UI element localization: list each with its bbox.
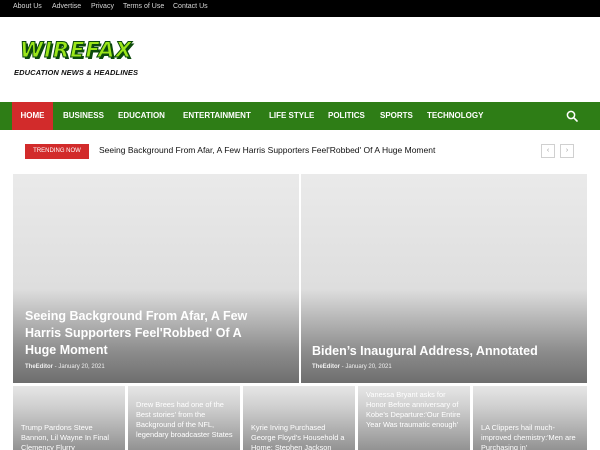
site-logo[interactable]: WIREFAX EDUCATION NEWS & HEADLINES: [14, 36, 144, 80]
article-card-title[interactable]: LA Clippers hail much-improved chemistry…: [481, 423, 581, 450]
nav-item-business[interactable]: BUSINESS: [63, 102, 104, 130]
topbar-link-contact[interactable]: Contact Us: [173, 3, 208, 10]
topbar-link-terms[interactable]: Terms of Use: [123, 3, 164, 10]
article-author[interactable]: TheEditor: [312, 364, 340, 370]
article-author[interactable]: TheEditor: [25, 364, 53, 370]
trending-badge: TRENDING NOW: [25, 144, 89, 159]
nav-item-sports[interactable]: SPORTS: [380, 102, 413, 130]
search-icon[interactable]: [566, 110, 578, 122]
meta-separator: -: [54, 364, 57, 370]
featured-article[interactable]: Seeing Background From Afar, A Few Harri…: [13, 174, 299, 383]
trending-headline[interactable]: Seeing Background From Afar, A Few Harri…: [99, 145, 435, 155]
article-card[interactable]: Kyrie Irving Purchased George Floyd’s Ho…: [243, 386, 355, 450]
article-card[interactable]: LA Clippers hail much-improved chemistry…: [473, 386, 587, 450]
featured-article-meta: TheEditor - January 20, 2021: [312, 364, 392, 370]
topbar-link-privacy[interactable]: Privacy: [91, 3, 114, 10]
article-date: January 20, 2021: [345, 364, 392, 370]
nav-item-education[interactable]: EDUCATION: [118, 102, 165, 130]
nav-item-technology[interactable]: TECHNOLOGY: [427, 102, 483, 130]
chevron-left-icon[interactable]: ‹: [541, 144, 555, 158]
logo-tagline: EDUCATION NEWS & HEADLINES: [14, 68, 139, 77]
article-card-title[interactable]: Kyrie Irving Purchased George Floyd’s Ho…: [251, 423, 349, 450]
topbar-link-advertise[interactable]: Advertise: [52, 3, 81, 10]
nav-item-entertainment[interactable]: ENTERTAINMENT: [183, 102, 251, 130]
article-card-title[interactable]: Vanessa Bryant asks for Honor Before ann…: [366, 390, 464, 430]
article-card[interactable]: Trump Pardons Steve Bannon, Lil Wayne In…: [13, 386, 125, 450]
topbar-link-about[interactable]: About Us: [13, 3, 42, 10]
featured-article-title[interactable]: Seeing Background From Afar, A Few Harri…: [25, 308, 257, 359]
article-card[interactable]: Vanessa Bryant asks for Honor Before ann…: [358, 386, 470, 450]
nav-item-home[interactable]: HOME: [12, 102, 53, 130]
top-bar: About Us Advertise Privacy Terms of Use …: [0, 0, 600, 17]
chevron-right-icon[interactable]: ›: [560, 144, 574, 158]
article-card[interactable]: Drew Brees had one of the Best stories' …: [128, 386, 240, 450]
article-date: January 20, 2021: [58, 364, 105, 370]
logo-wordmark: WIREFAX: [20, 38, 133, 63]
featured-article[interactable]: Biden’s Inaugural Address, Annotated The…: [301, 174, 587, 383]
main-nav: HOME BUSINESS EDUCATION ENTERTAINMENT LI…: [0, 102, 600, 130]
nav-item-life-style[interactable]: LIFE STYLE: [269, 102, 314, 130]
nav-item-politics[interactable]: POLITICS: [328, 102, 365, 130]
article-card-title[interactable]: Trump Pardons Steve Bannon, Lil Wayne In…: [21, 423, 119, 450]
meta-separator: -: [341, 364, 344, 370]
article-card-title[interactable]: Drew Brees had one of the Best stories' …: [136, 400, 234, 440]
featured-article-title[interactable]: Biden’s Inaugural Address, Annotated: [312, 343, 572, 360]
featured-article-meta: TheEditor - January 20, 2021: [25, 364, 105, 370]
